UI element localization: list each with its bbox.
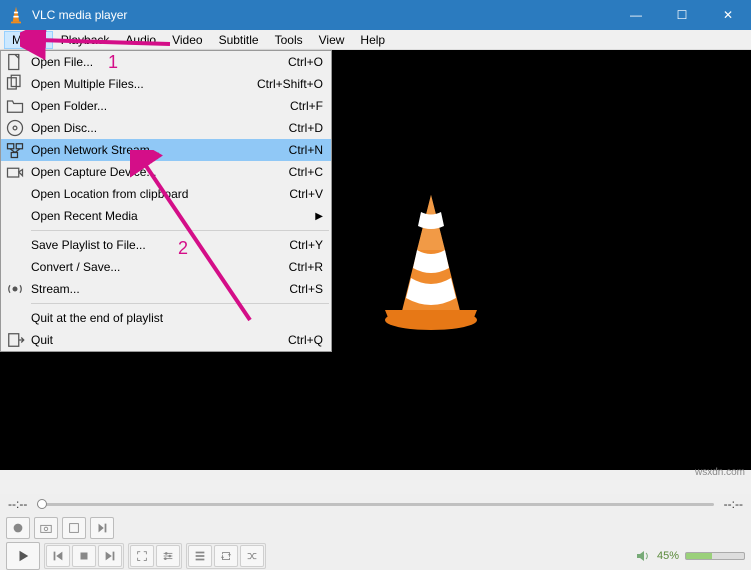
time-total: --:-- — [724, 497, 743, 511]
menu-open-multiple[interactable]: Open Multiple Files... Ctrl+Shift+O — [1, 73, 331, 95]
shortcut: Ctrl+V — [289, 187, 323, 201]
media-dropdown: Open File... Ctrl+O Open Multiple Files.… — [0, 50, 332, 352]
network-icon — [5, 142, 25, 158]
bottom-controls: --:-- --:-- 45% — [0, 494, 751, 570]
menu-open-network-stream[interactable]: Open Network Stream... Ctrl+N — [1, 139, 331, 161]
snapshot-button[interactable] — [34, 517, 58, 539]
volume-slider[interactable] — [685, 552, 745, 560]
menu-quit-end-playlist[interactable]: Quit at the end of playlist — [1, 307, 331, 329]
label: Open Multiple Files... — [31, 77, 237, 91]
blank-icon — [5, 186, 25, 202]
seek-thumb[interactable] — [37, 499, 47, 509]
file-icon — [5, 54, 25, 70]
shortcut: Ctrl+Q — [288, 333, 323, 347]
shortcut: Ctrl+D — [289, 121, 323, 135]
close-button[interactable]: ✕ — [705, 0, 751, 30]
menu-open-disc[interactable]: Open Disc... Ctrl+D — [1, 117, 331, 139]
label: Quit — [31, 333, 268, 347]
seek-bar[interactable] — [37, 501, 713, 507]
label: Open Recent Media — [31, 209, 307, 223]
blank-icon — [5, 237, 25, 253]
label: Open Location from clipboard — [31, 187, 269, 201]
label: Open Folder... — [31, 99, 270, 113]
step-button[interactable] — [90, 517, 114, 539]
volume-percent: 45% — [657, 550, 679, 562]
maximize-button[interactable]: ☐ — [659, 0, 705, 30]
view-group — [128, 543, 182, 569]
time-elapsed: --:-- — [8, 497, 27, 511]
minimize-button[interactable]: — — [613, 0, 659, 30]
window-title: VLC media player — [32, 8, 613, 22]
menu-convert-save[interactable]: Convert / Save... Ctrl+R — [1, 256, 331, 278]
frame-button[interactable] — [62, 517, 86, 539]
shuffle-button[interactable] — [240, 545, 264, 567]
prev-button[interactable] — [46, 545, 70, 567]
window-buttons: — ☐ ✕ — [613, 0, 751, 30]
title-bar: VLC media player — ☐ ✕ — [0, 0, 751, 30]
label: Convert / Save... — [31, 260, 269, 274]
menu-bar: Media Playback Audio Video Subtitle Tool… — [0, 30, 751, 50]
next-button[interactable] — [98, 545, 122, 567]
label: Open Network Stream... — [31, 143, 269, 157]
separator — [31, 230, 329, 231]
folder-icon — [5, 98, 25, 114]
menu-video[interactable]: Video — [164, 31, 210, 49]
record-button[interactable] — [6, 517, 30, 539]
seek-track — [37, 503, 713, 506]
speaker-icon[interactable] — [635, 548, 651, 564]
menu-open-recent[interactable]: Open Recent Media ▶ — [1, 205, 331, 227]
shortcut: Ctrl+N — [289, 143, 323, 157]
menu-quit[interactable]: Quit Ctrl+Q — [1, 329, 331, 351]
menu-open-clipboard[interactable]: Open Location from clipboard Ctrl+V — [1, 183, 331, 205]
shortcut: Ctrl+Y — [289, 238, 323, 252]
separator — [31, 303, 329, 304]
menu-open-capture[interactable]: Open Capture Device... Ctrl+C — [1, 161, 331, 183]
label: Save Playlist to File... — [31, 238, 269, 252]
shortcut: Ctrl+O — [288, 55, 323, 69]
watermark: wsxdn.com — [695, 467, 745, 478]
menu-stream[interactable]: Stream... Ctrl+S — [1, 278, 331, 300]
shortcut: Ctrl+S — [289, 282, 323, 296]
menu-open-file[interactable]: Open File... Ctrl+O — [1, 51, 331, 73]
menu-help[interactable]: Help — [352, 31, 393, 49]
menu-open-folder[interactable]: Open Folder... Ctrl+F — [1, 95, 331, 117]
menu-subtitle[interactable]: Subtitle — [211, 31, 267, 49]
shortcut: Ctrl+R — [289, 260, 323, 274]
files-icon — [5, 76, 25, 92]
playlist-button[interactable] — [188, 545, 212, 567]
shortcut: Ctrl+C — [289, 165, 323, 179]
vlc-icon — [6, 5, 26, 25]
menu-playback[interactable]: Playback — [53, 31, 118, 49]
volume-control: 45% — [635, 548, 745, 564]
menu-view[interactable]: View — [311, 31, 353, 49]
disc-icon — [5, 120, 25, 136]
label: Open Disc... — [31, 121, 269, 135]
fullscreen-button[interactable] — [130, 545, 154, 567]
shortcut: Ctrl+Shift+O — [257, 77, 323, 91]
stop-button[interactable] — [72, 545, 96, 567]
menu-audio[interactable]: Audio — [117, 31, 164, 49]
vlc-cone-logo — [371, 190, 491, 330]
capture-icon — [5, 164, 25, 180]
blank-icon — [5, 310, 25, 326]
label: Open Capture Device... — [31, 165, 269, 179]
submenu-arrow-icon: ▶ — [315, 211, 323, 222]
nav-group — [44, 543, 124, 569]
blank-icon — [5, 259, 25, 275]
extended-button[interactable] — [156, 545, 180, 567]
menu-save-playlist[interactable]: Save Playlist to File... Ctrl+Y — [1, 234, 331, 256]
menu-tools[interactable]: Tools — [267, 31, 311, 49]
label: Open File... — [31, 55, 268, 69]
play-button[interactable] — [6, 542, 40, 570]
menu-media[interactable]: Media — [4, 31, 53, 49]
blank-icon — [5, 208, 25, 224]
label: Stream... — [31, 282, 269, 296]
shortcut: Ctrl+F — [290, 99, 323, 113]
loop-button[interactable] — [214, 545, 238, 567]
playlist-group — [186, 543, 266, 569]
label: Quit at the end of playlist — [31, 311, 323, 325]
stream-icon — [5, 281, 25, 297]
quit-icon — [5, 332, 25, 348]
